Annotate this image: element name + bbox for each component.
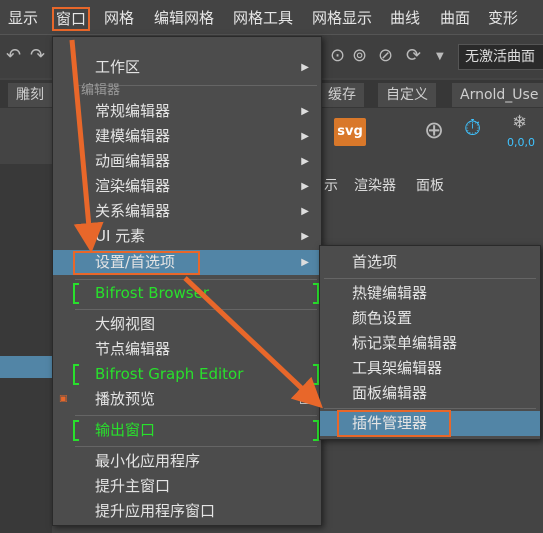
menu-curves[interactable]: 曲线 (390, 6, 420, 30)
main-menubar: 显示 窗口 网格 编辑网格 网格工具 网格显示 曲线 曲面 变形 (0, 0, 543, 34)
tab-sculpt[interactable]: 雕刻 (8, 83, 52, 107)
panel-menu-renderer[interactable]: 渲染器 (354, 175, 396, 195)
submenu-arrow-icon: ▶ (301, 106, 309, 117)
submenu-item-hotkey-editor[interactable]: 热键编辑器 (320, 281, 540, 306)
menu-item-general-editors[interactable]: 常规编辑器 ▶ (53, 99, 321, 124)
menu-divider (75, 309, 317, 310)
tab-arnold-user[interactable]: Arnold_Use (452, 83, 543, 107)
menu-item-ui-elements[interactable]: UI 元素 ▶ (53, 224, 321, 249)
menu-window[interactable]: 窗口 (52, 7, 91, 31)
menu-divider (324, 278, 536, 279)
menu-item-label: Bifrost Graph Editor (95, 365, 244, 383)
submenu-arrow-icon: ▶ (301, 156, 309, 167)
menu-item-label: 播放预览 (95, 390, 156, 408)
menu-item-rendering-editors[interactable]: 渲染编辑器 ▶ (53, 174, 321, 199)
playblast-icon: ▣ (59, 394, 68, 404)
redo-icon[interactable]: ↷ (30, 45, 45, 66)
menu-item-label: 动画编辑器 (95, 152, 171, 170)
light-icon[interactable]: ⊕ (424, 116, 444, 144)
section-editors-label: 编辑器 (81, 83, 121, 98)
tab-cache[interactable]: 缓存 (320, 83, 364, 107)
menu-mesh-display[interactable]: 网格显示 (312, 6, 372, 30)
menu-mesh[interactable]: 网格 (104, 6, 134, 30)
menu-item-bifrost-graph-editor[interactable]: Bifrost Graph Editor (53, 362, 321, 387)
maya-window: 显示 窗口 网格 编辑网格 网格工具 网格显示 曲线 曲面 变形 ↶ ↷ ⊙ ⊚… (0, 0, 543, 533)
menu-item-output-window[interactable]: 输出窗口 (53, 418, 321, 443)
menu-item-label: 关系编辑器 (95, 202, 171, 220)
panel-menu-show[interactable]: 示 (324, 175, 338, 195)
bracket-left (73, 283, 79, 304)
menu-deform[interactable]: 变形 (488, 6, 518, 30)
submenu-arrow-icon: ▶ (301, 231, 309, 242)
submenu-arrow-icon: ▶ (301, 206, 309, 217)
panel-menu-panels[interactable]: 面板 (416, 175, 444, 195)
submenu-item-color-settings[interactable]: 颜色设置 (320, 306, 540, 331)
undo-icon[interactable]: ↶ (6, 45, 21, 66)
snap-point-icon[interactable]: ⊚ (352, 45, 367, 66)
bracket-left (73, 364, 79, 385)
menu-item-label: 输出窗口 (95, 421, 156, 439)
left-panel (0, 164, 52, 533)
left-panel-selection[interactable] (0, 356, 52, 378)
menu-item-label: 常规编辑器 (95, 102, 171, 120)
menu-mesh-tools[interactable]: 网格工具 (233, 6, 293, 30)
submenu-item-preferences[interactable]: 首选项 (320, 250, 540, 275)
menu-item-label: UI 元素 (95, 227, 146, 245)
menu-item-outliner[interactable]: 大纲视图 (53, 312, 321, 337)
menu-item-relationship-editors[interactable]: 关系编辑器 ▶ (53, 199, 321, 224)
menu-item-label: 提升主窗口 (95, 477, 171, 495)
menu-display[interactable]: 显示 (8, 6, 38, 30)
menu-item-label: 提升应用程序窗口 (95, 502, 216, 520)
timer-icon[interactable]: ⏱ (464, 116, 481, 141)
submenu-arrow-icon: ▶ (301, 257, 309, 268)
snap-live-icon[interactable]: ⟳ (406, 45, 421, 66)
menu-divider (75, 415, 317, 416)
menu-divider (324, 408, 536, 409)
snap-curve-icon[interactable]: ⊙ (330, 45, 345, 66)
dropdown-icon[interactable]: ▼ (436, 51, 444, 62)
menu-item-raise-main-window[interactable]: 提升主窗口 (53, 474, 321, 499)
menu-item-minimize-app[interactable]: 最小化应用程序 (53, 449, 321, 474)
window-menu: 工作区 ▶ 编辑器 常规编辑器 ▶ 建模编辑器 ▶ 动画编辑器 ▶ 渲染编辑器 … (52, 36, 322, 526)
tab-custom[interactable]: 自定义 (378, 83, 436, 107)
menu-item-label: 渲染编辑器 (95, 177, 171, 195)
submenu-item-panel-editor[interactable]: 面板编辑器 (320, 381, 540, 406)
menu-edit-mesh[interactable]: 编辑网格 (154, 6, 214, 30)
menu-item-label: 建模编辑器 (95, 127, 171, 145)
coord-readout: 0,0,0 (507, 136, 535, 149)
menu-item-label: 最小化应用程序 (95, 452, 201, 470)
menu-item-node-editor[interactable]: 节点编辑器 (53, 337, 321, 362)
menu-item-label: 大纲视图 (95, 315, 156, 333)
menu-divider (75, 446, 317, 447)
submenu-arrow-icon: ▶ (301, 62, 309, 73)
svg-icon[interactable]: svg (334, 118, 366, 146)
snowflake-icon[interactable]: ❄ (512, 112, 527, 133)
panel-menubar: 示 渲染器 面板 (320, 172, 543, 198)
live-surface-field[interactable]: 无激活曲面 (458, 44, 543, 70)
menu-item-modeling-editors[interactable]: 建模编辑器 ▶ (53, 124, 321, 149)
menu-item-raise-app-windows[interactable]: 提升应用程序窗口 (53, 499, 321, 524)
menu-surfaces[interactable]: 曲面 (440, 6, 470, 30)
annotation-box-plugin-manager (337, 410, 451, 437)
menu-item-animation-editors[interactable]: 动画编辑器 ▶ (53, 149, 321, 174)
option-box-icon[interactable] (300, 393, 311, 404)
annotation-box-settings (73, 251, 200, 275)
menu-item-label: 节点编辑器 (95, 340, 171, 358)
menu-divider (75, 279, 317, 280)
submenu-arrow-icon: ▶ (301, 131, 309, 142)
menu-item-label: Bifrost Browser (95, 284, 210, 302)
menu-item-playblast[interactable]: ▣ 播放预览 (53, 387, 321, 412)
menu-item-label: 工作区 (95, 58, 141, 76)
submenu-item-marking-menu-editor[interactable]: 标记菜单编辑器 (320, 331, 540, 356)
bracket-left (73, 420, 79, 441)
snap-view-icon[interactable]: ⊘ (378, 45, 393, 66)
submenu-arrow-icon: ▶ (301, 181, 309, 192)
menu-item-bifrost-browser[interactable]: Bifrost Browser (53, 281, 321, 306)
submenu-item-shelf-editor[interactable]: 工具架编辑器 (320, 356, 540, 381)
menu-item-workspaces[interactable]: 工作区 ▶ (53, 55, 321, 80)
